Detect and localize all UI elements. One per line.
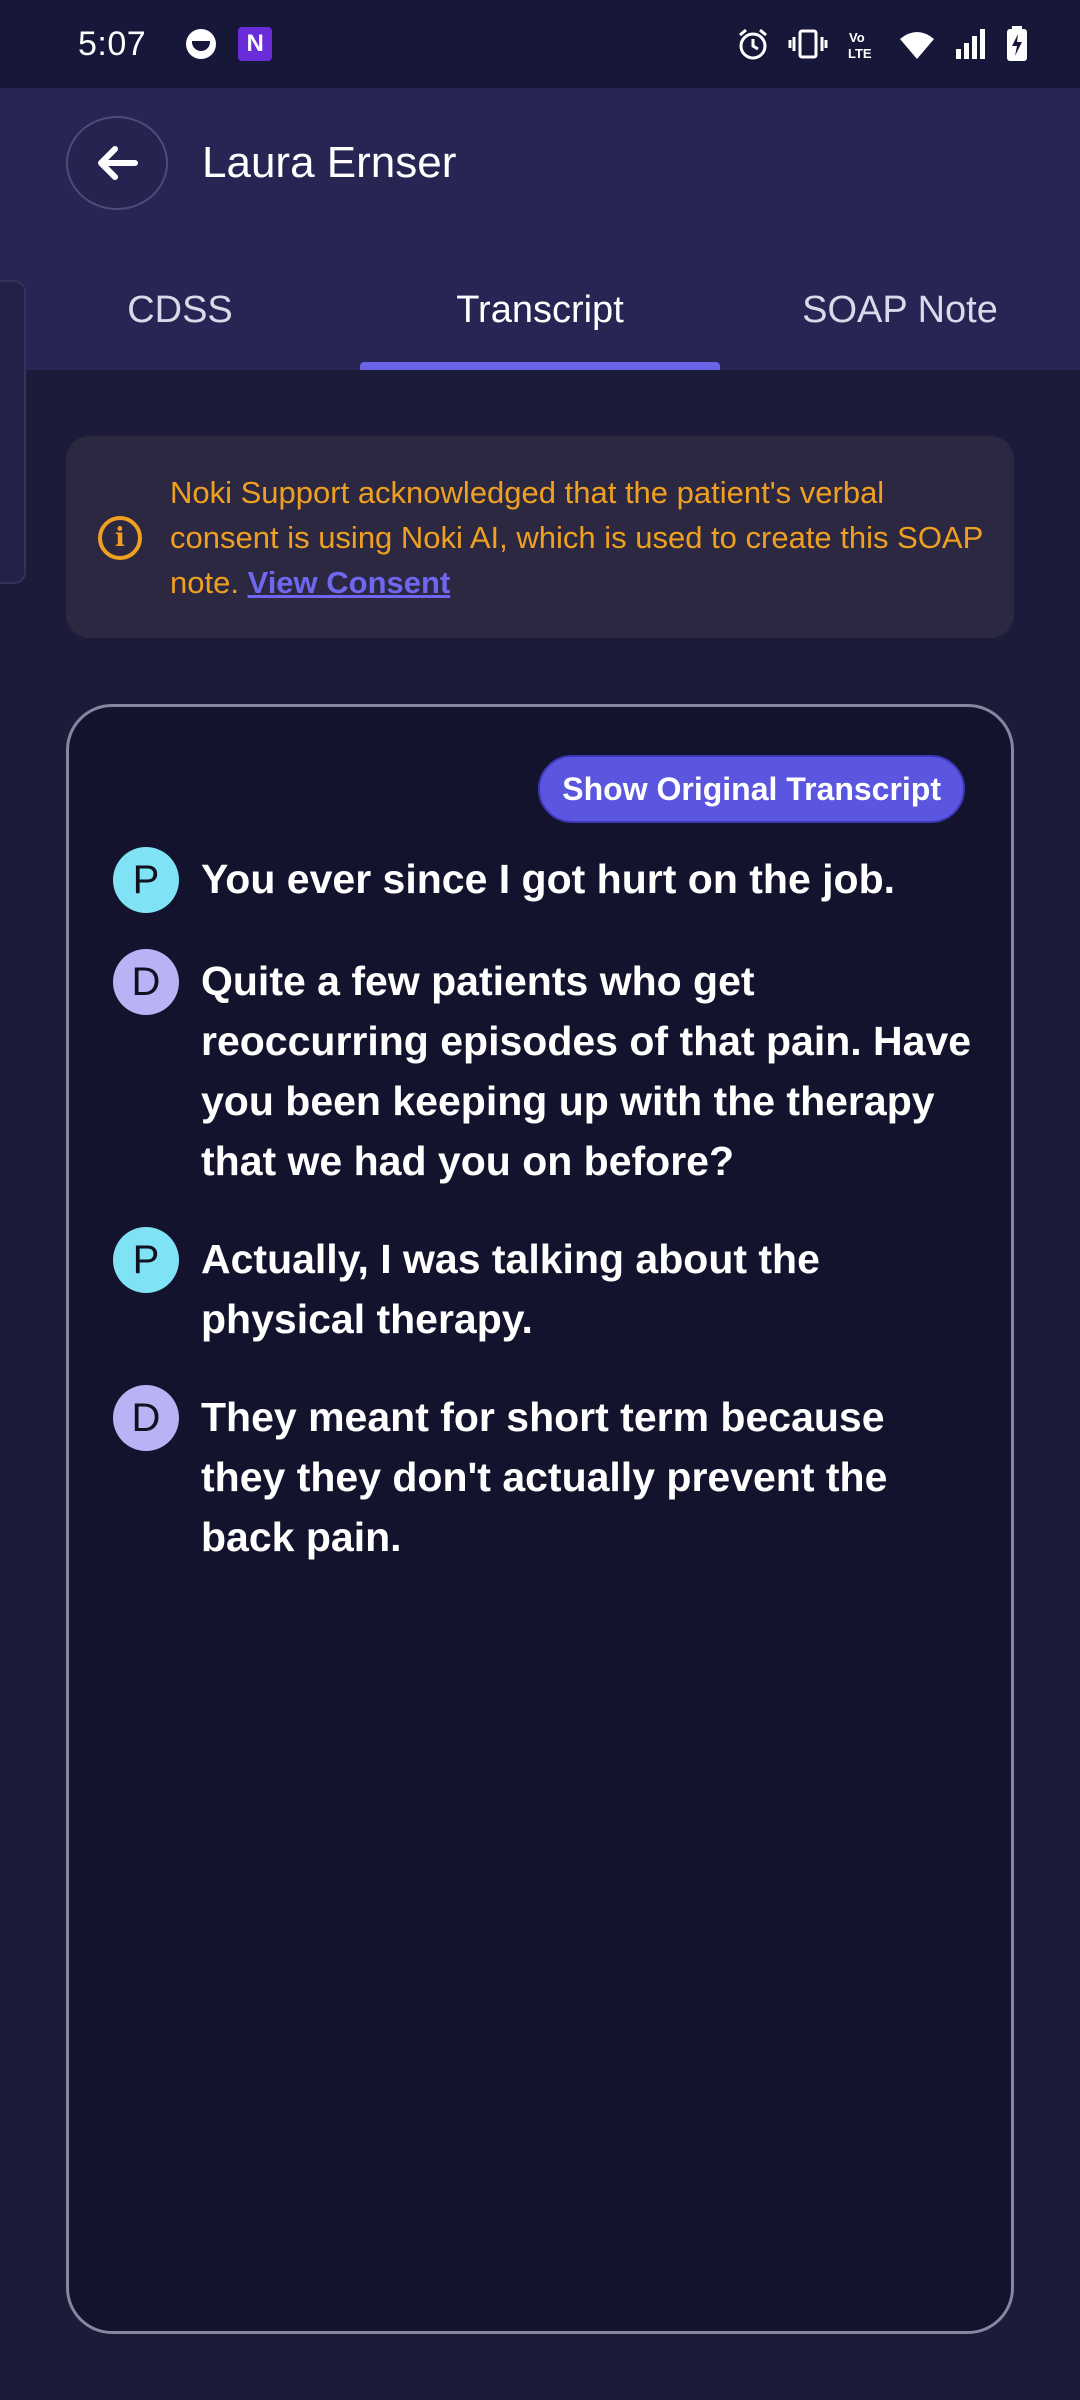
status-bar: 5:07 N Vo LTE: [0, 0, 1080, 88]
patient-avatar: P: [113, 1227, 179, 1293]
app-header: Laura Ernser CDSS Transcript SOAP Note: [0, 88, 1080, 584]
transcript-line: D Quite a few patients who get reoccurri…: [113, 949, 973, 1191]
status-time: 5:07: [78, 24, 147, 63]
back-button[interactable]: [66, 116, 168, 210]
tab-transcript[interactable]: Transcript: [360, 268, 720, 370]
transcript-line-text: You ever since I got hurt on the job.: [201, 856, 896, 902]
tab-cdss[interactable]: CDSS: [0, 268, 360, 370]
svg-text:LTE: LTE: [848, 46, 872, 61]
consent-message: Noki Support acknowledged that the patie…: [170, 470, 990, 605]
volte-icon: Vo LTE: [848, 30, 872, 61]
status-left-icons: N: [186, 27, 273, 61]
tab-bar: CDSS Transcript SOAP Note: [0, 268, 1080, 370]
doctor-avatar: D: [113, 949, 179, 1015]
transcript-line: P You ever since I got hurt on the job.: [113, 847, 973, 913]
transcript-lines: P You ever since I got hurt on the job. …: [113, 847, 973, 1603]
transcript-line: P Actually, I was talking about the phys…: [113, 1227, 973, 1349]
vibrate-icon: [788, 29, 828, 59]
transcript-card: Show Original Transcript P You ever sinc…: [66, 704, 1014, 2334]
signal-icon: [956, 29, 985, 59]
doctor-avatar: D: [113, 1385, 179, 1451]
view-consent-link[interactable]: View Consent: [248, 565, 451, 600]
transcript-line: D They meant for short term because they…: [113, 1385, 973, 1567]
patient-avatar: P: [113, 847, 179, 913]
notification-face-icon: [186, 29, 217, 59]
transcript-line-text: They meant for short term because they t…: [201, 1394, 888, 1560]
arrow-left-icon: [98, 146, 138, 180]
status-right-icons: Vo LTE: [736, 26, 1028, 62]
svg-text:Vo: Vo: [849, 30, 865, 45]
transcript-line-text: Actually, I was talking about the physic…: [201, 1236, 820, 1342]
battery-charging-icon: [1007, 26, 1027, 61]
patient-name: Laura Ernser: [202, 138, 457, 187]
transcript-line-text: Quite a few patients who get reoccurring…: [201, 958, 972, 1184]
show-original-transcript-button[interactable]: Show Original Transcript: [538, 755, 965, 823]
consent-banner: i Noki Support acknowledged that the pat…: [66, 436, 1014, 638]
alarm-icon: [739, 28, 767, 60]
info-icon: i: [98, 516, 142, 560]
tab-soap-note[interactable]: SOAP Note: [720, 268, 1080, 370]
wifi-icon: [900, 32, 934, 59]
noki-app-icon: N: [238, 27, 273, 61]
